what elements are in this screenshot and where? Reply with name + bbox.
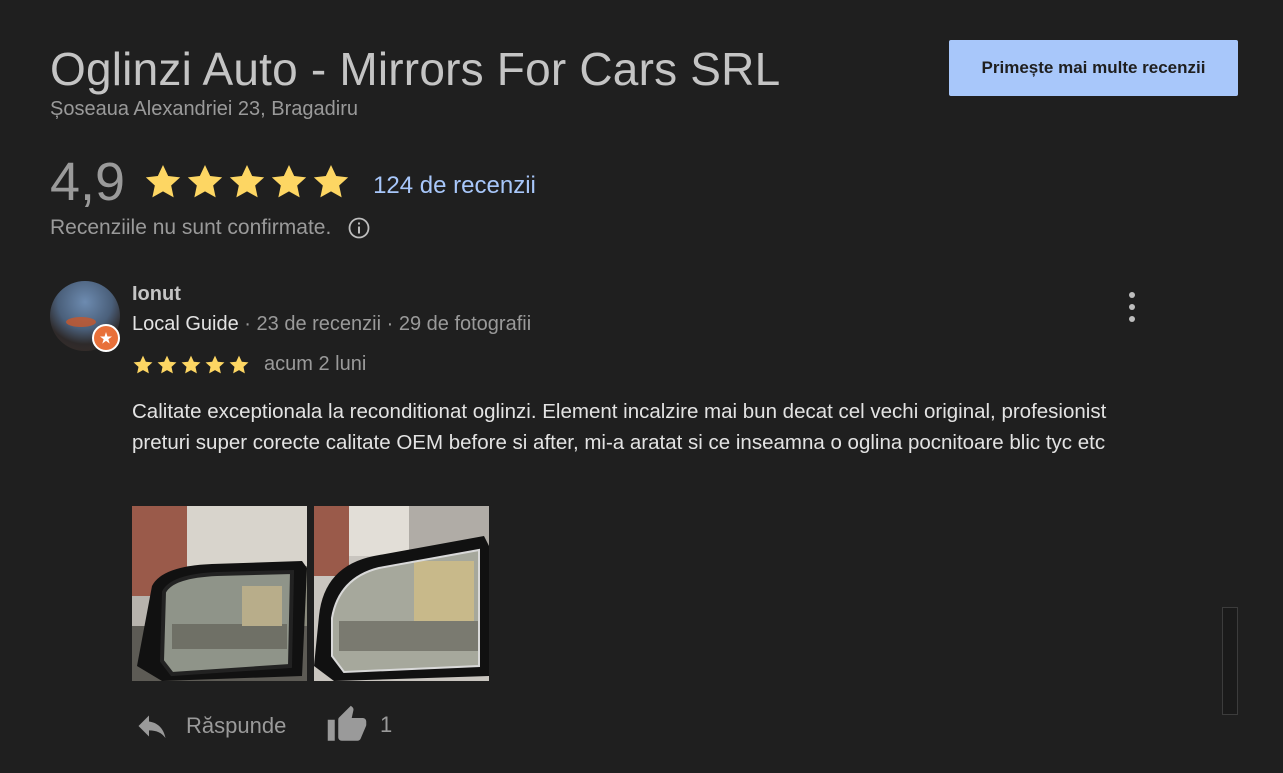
thumb-up-icon <box>327 705 367 741</box>
local-guide-badge-icon <box>92 324 120 352</box>
scrollbar[interactable] <box>1222 607 1238 715</box>
more-vert-icon[interactable] <box>1120 290 1144 324</box>
review-photo[interactable] <box>132 506 307 681</box>
info-icon[interactable] <box>347 216 371 240</box>
like-button[interactable]: 1 <box>326 704 392 746</box>
like-count: 1 <box>380 712 393 737</box>
rating-summary: 4,9 124 de recenzii <box>50 152 536 212</box>
reviewer-meta: Local Guide · 23 de recenzii · 29 de fot… <box>132 313 531 336</box>
unconfirmed-note-text: Recenziile nu sunt confirmate. <box>50 216 332 239</box>
star-icon <box>229 355 249 373</box>
review-text: Calitate exceptionala la reconditionat o… <box>132 400 1107 454</box>
reviewer-reviews-count: 23 de recenzii <box>256 313 382 335</box>
rating-stars <box>143 162 351 202</box>
reply-button[interactable]: Răspunde <box>134 708 286 744</box>
get-more-reviews-button[interactable]: Primește mai multe recenzii <box>949 40 1238 96</box>
star-icon <box>313 165 349 198</box>
reviews-count-link[interactable]: 124 de recenzii <box>373 172 536 200</box>
star-icon <box>157 355 177 373</box>
star-icon <box>181 355 201 373</box>
reviewer-photos-count: 29 de fotografii <box>398 313 532 335</box>
local-guide-label: Local Guide <box>132 313 239 335</box>
review-photo[interactable] <box>314 506 489 681</box>
reply-label: Răspunde <box>186 713 287 738</box>
star-icon <box>133 355 153 373</box>
mirror-photo-1 <box>132 506 307 681</box>
review-stars <box>132 354 250 376</box>
meta-separator: · <box>381 313 399 335</box>
business-name: Oglinzi Auto - Mirrors For Cars SRL <box>50 43 781 95</box>
unconfirmed-note: Recenziile nu sunt confirmate. <box>50 216 371 240</box>
mirror-photo-2 <box>314 506 489 681</box>
star-icon <box>205 355 225 373</box>
business-address: Șoseaua Alexandriei 23, Bragadiru <box>50 98 358 120</box>
rating-value: 4,9 <box>50 152 126 212</box>
avatar-photo <box>66 317 96 327</box>
star-icon <box>145 165 181 198</box>
star-icon <box>271 165 307 198</box>
review-rating: acum 2 luni <box>132 353 366 376</box>
meta-separator: · <box>238 313 257 335</box>
review-date: acum 2 luni <box>264 353 367 375</box>
reply-icon <box>138 715 166 738</box>
star-icon <box>187 165 223 198</box>
reviewer-name[interactable]: Ionut <box>132 283 181 306</box>
star-icon <box>229 165 265 198</box>
